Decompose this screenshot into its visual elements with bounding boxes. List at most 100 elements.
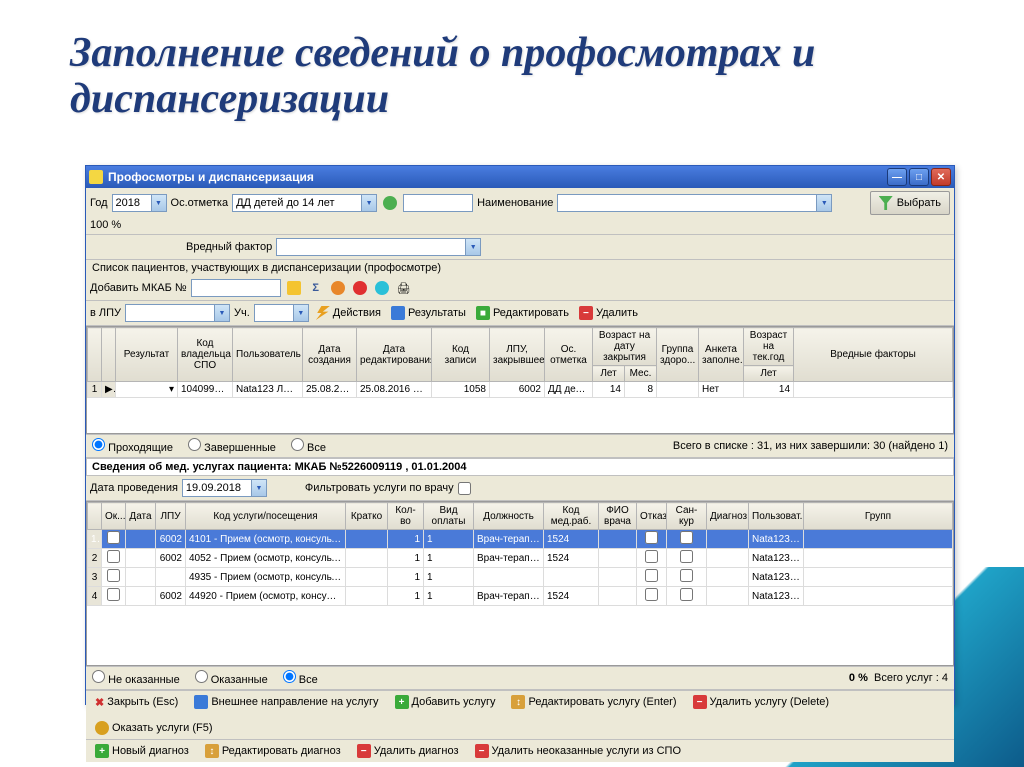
name-input[interactable] (557, 194, 817, 212)
close-esc-button[interactable]: ✖Закрыть (Esc) (92, 695, 181, 710)
harmful-input[interactable] (276, 238, 466, 256)
col-survey[interactable]: Анкета заполне... (699, 328, 744, 382)
radio-not-rendered[interactable]: Не оказанные (92, 670, 180, 686)
close-button[interactable]: ✕ (931, 168, 951, 186)
col-brief[interactable]: Кратко (346, 503, 388, 530)
col-pay[interactable]: Вид оплаты (424, 503, 474, 530)
results-button[interactable]: Результаты (388, 305, 469, 321)
col-factors[interactable]: Вредные факторы (794, 328, 953, 382)
actions-button[interactable]: Действия (313, 305, 384, 321)
uch-dropdown[interactable] (294, 304, 309, 322)
col-diag[interactable]: Диагноз (707, 503, 749, 530)
table-row[interactable]: 1 ▶ ▾ 104099001 Nata123 ЛАГЕР 25.08.2016… (88, 382, 953, 398)
col-edited[interactable]: Дата редактирования (357, 328, 432, 382)
date-input[interactable] (182, 479, 252, 497)
sum-icon[interactable]: Σ (307, 279, 325, 297)
add-svc-button[interactable]: +Добавить услугу (392, 694, 499, 710)
col-medcode[interactable]: Код мед.раб. (544, 503, 599, 530)
del-svc-button[interactable]: −Удалить услугу (Delete) (690, 694, 833, 710)
col-svc-date[interactable]: Дата (126, 503, 156, 530)
col-lpu[interactable]: ЛПУ, закрывшее (490, 328, 545, 382)
refuse-checkbox[interactable] (645, 569, 658, 582)
col-qty[interactable]: Кол-во (388, 503, 424, 530)
edit-diag-button[interactable]: ↕Редактировать диагноз (202, 743, 344, 759)
del-unrendered-button[interactable]: −Удалить неоказанные услуги из СПО (472, 743, 684, 759)
col-svc[interactable]: Код услуги/посещения (186, 503, 346, 530)
services-grid-area: Ок... Дата ЛПУ Код услуги/посещения Крат… (86, 501, 954, 666)
render-svc-button[interactable]: Оказать услуги (F5) (92, 720, 216, 736)
lpu-dropdown[interactable] (215, 304, 230, 322)
col-grp[interactable]: Групп (804, 503, 953, 530)
uch-input[interactable] (254, 304, 294, 322)
ball-icon[interactable] (351, 279, 369, 297)
date-dropdown[interactable] (252, 479, 267, 497)
ab-icon[interactable] (329, 279, 347, 297)
table-row[interactable]: 4600244920 - Прием (осмотр, консульт...1… (88, 587, 953, 606)
minimize-button[interactable]: — (887, 168, 907, 186)
edit-button[interactable]: ■Редактировать (473, 305, 572, 321)
refuse-checkbox[interactable] (645, 550, 658, 563)
table-row[interactable]: 260024052 - Прием (осмотр, консульта...1… (88, 549, 953, 568)
col-owner[interactable]: Код владельца СПО (178, 328, 233, 382)
col-sankur[interactable]: Сан-кур (667, 503, 707, 530)
osmark-input[interactable] (232, 194, 362, 212)
filter-doctor-checkbox[interactable] (458, 482, 471, 495)
patients-grid[interactable]: Результат Код владельца СПО Пользователь… (87, 327, 953, 398)
harmful-dropdown[interactable] (466, 238, 481, 256)
col-mark[interactable]: Ос. отметка (545, 328, 593, 382)
col-svc-lpu[interactable]: ЛПУ (156, 503, 186, 530)
sankur-checkbox[interactable] (680, 531, 693, 544)
osmark-extra-input[interactable] (403, 194, 473, 212)
ok-checkbox[interactable] (107, 588, 120, 601)
del-diag-button[interactable]: −Удалить диагноз (354, 743, 462, 759)
radio-rendered[interactable]: Оказанные (195, 670, 268, 686)
year-dropdown[interactable] (152, 194, 167, 212)
table-row[interactable]: 34935 - Прием (осмотр, консульта...11Nat… (88, 568, 953, 587)
col-months[interactable]: Мес. (625, 366, 657, 382)
sync-icon[interactable] (373, 279, 391, 297)
del-icon: − (693, 695, 707, 709)
radio-ongoing[interactable]: Проходящие (92, 438, 173, 454)
col-ok[interactable]: Ок... (102, 503, 126, 530)
refuse-checkbox[interactable] (645, 531, 658, 544)
name-dropdown[interactable] (817, 194, 832, 212)
ok-checkbox[interactable] (107, 531, 120, 544)
ok-checkbox[interactable] (107, 550, 120, 563)
delete-button[interactable]: −Удалить (576, 305, 641, 321)
card-icon[interactable] (285, 279, 303, 297)
print-icon[interactable]: 🖨 (395, 279, 413, 297)
col-created[interactable]: Дата создания (303, 328, 357, 382)
col-years2[interactable]: Лет (744, 366, 794, 382)
osmark-add-icon[interactable] (381, 194, 399, 212)
table-row[interactable]: 1▶60024101 - Прием (осмотр, консульта...… (88, 530, 953, 549)
col-ageclose[interactable]: Возраст на дату закрытия (593, 328, 657, 366)
col-code[interactable]: Код записи (432, 328, 490, 382)
col-user[interactable]: Пользователь (233, 328, 303, 382)
radio-all[interactable]: Все (291, 438, 326, 454)
radio-finished[interactable]: Завершенные (188, 438, 276, 454)
new-diag-button[interactable]: +Новый диагноз (92, 743, 192, 759)
sankur-checkbox[interactable] (680, 569, 693, 582)
col-group[interactable]: Группа здоро... (657, 328, 699, 382)
refuse-checkbox[interactable] (645, 588, 658, 601)
sankur-checkbox[interactable] (680, 588, 693, 601)
col-years[interactable]: Лет (593, 366, 625, 382)
lpu-input[interactable] (125, 304, 215, 322)
ext-ref-button[interactable]: Внешнее направление на услугу (191, 694, 381, 710)
osmark-dropdown[interactable] (362, 194, 377, 212)
col-post[interactable]: Должность (474, 503, 544, 530)
maximize-button[interactable]: □ (909, 168, 929, 186)
col-usr[interactable]: Пользоват... (749, 503, 804, 530)
col-fio[interactable]: ФИО врача (599, 503, 637, 530)
year-input[interactable] (112, 194, 152, 212)
col-refuse[interactable]: Отказ (637, 503, 667, 530)
services-grid[interactable]: Ок... Дата ЛПУ Код услуги/посещения Крат… (87, 502, 953, 606)
col-result[interactable]: Результат (116, 328, 178, 382)
col-agecur[interactable]: Возраст на тек.год (744, 328, 794, 366)
mkab-input[interactable] (191, 279, 281, 297)
ok-checkbox[interactable] (107, 569, 120, 582)
radio-svc-all[interactable]: Все (283, 670, 318, 686)
sankur-checkbox[interactable] (680, 550, 693, 563)
edit-svc-button[interactable]: ↕Редактировать услугу (Enter) (508, 694, 679, 710)
choose-button[interactable]: Выбрать (870, 191, 950, 215)
